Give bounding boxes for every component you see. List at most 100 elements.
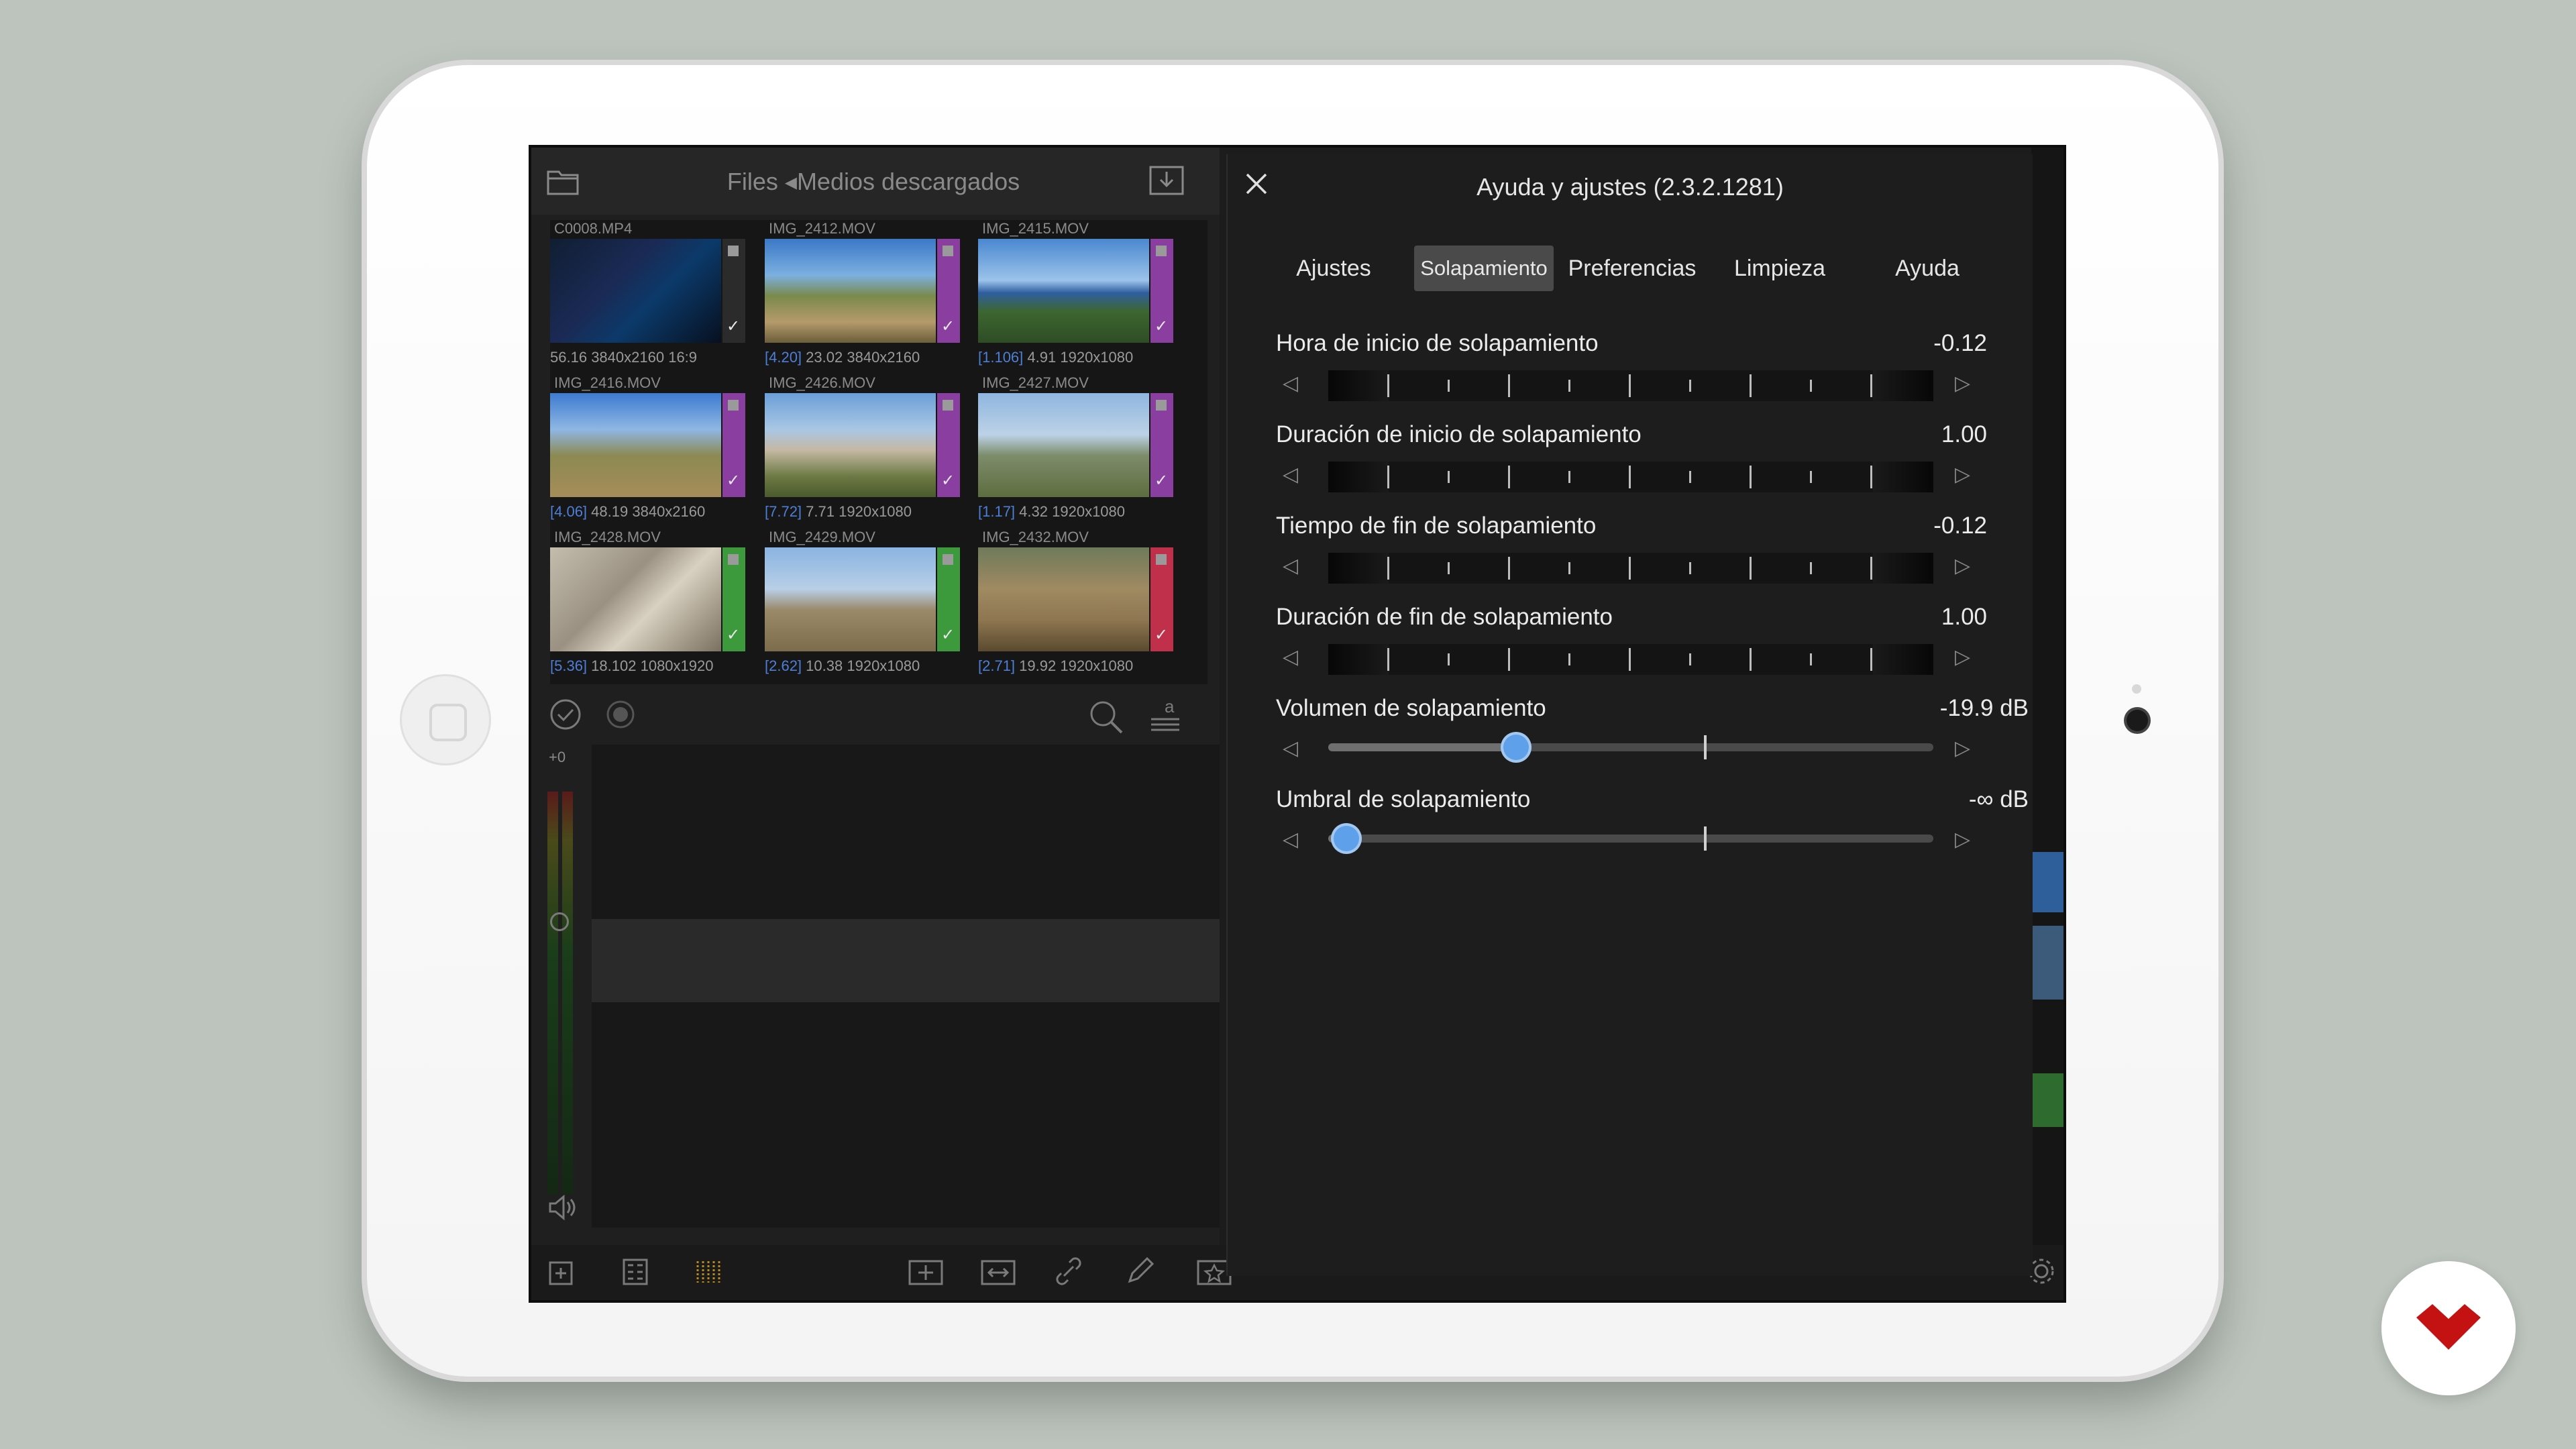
- right-arrow-icon[interactable]: ▷: [1955, 372, 1970, 395]
- clip-thumbnail[interactable]: [550, 393, 721, 497]
- setting-label: Tiempo de fin de solapamiento: [1276, 513, 1597, 539]
- clip-item[interactable]: C0008.MP4 ✓ 56.16 3840x2160 16:9: [550, 220, 751, 374]
- tab-ajustes[interactable]: Ajustes: [1267, 241, 1401, 295]
- clip-name: IMG_2416.MOV: [554, 374, 661, 391]
- clip-color-tag[interactable]: ✓: [722, 239, 745, 343]
- clip-range: [2.62]: [765, 657, 802, 674]
- setting-row: Volumen de solapamiento -19.9 dB ◁ ▷: [1276, 695, 2029, 775]
- clip-color-tag[interactable]: ✓: [1150, 547, 1173, 651]
- left-arrow-icon[interactable]: ◁: [1283, 645, 1298, 669]
- right-arrow-icon[interactable]: ▷: [1955, 554, 1970, 578]
- clip-thumbnail[interactable]: [978, 239, 1149, 343]
- audio-level-label: +0: [549, 749, 566, 765]
- clip-resolution: 1920x1080: [847, 657, 920, 674]
- clip-thumbnail[interactable]: [765, 239, 936, 343]
- setting-value: 1.00: [1941, 604, 1987, 630]
- clip-color-tag[interactable]: ✓: [722, 393, 745, 497]
- split-clip-icon[interactable]: [979, 1254, 1017, 1288]
- left-arrow-icon[interactable]: ◁: [1283, 463, 1298, 486]
- jog-wheel[interactable]: [1328, 553, 1933, 584]
- clip-meta: [1.17] 4.32 1920x1080: [978, 503, 1125, 521]
- search-icon[interactable]: [1088, 699, 1124, 735]
- jog-wheel[interactable]: [1328, 370, 1933, 401]
- front-camera: [2127, 710, 2148, 731]
- files-breadcrumb[interactable]: Files ◂Medios descargados: [665, 168, 1081, 196]
- clip-thumbnail[interactable]: [765, 393, 936, 497]
- clip-tag-box-icon: [728, 400, 739, 411]
- volume-slider[interactable]: [1328, 826, 1933, 851]
- clip-meta: [7.72] 7.71 1920x1080: [765, 503, 912, 521]
- media-browser-header: Files ◂Medios descargados: [531, 148, 1220, 215]
- home-button[interactable]: [400, 674, 491, 765]
- volume-slider[interactable]: [1328, 735, 1933, 760]
- brand-logo-mark: [2416, 1304, 2481, 1350]
- clip-item[interactable]: IMG_2429.MOV ✓ [2.62] 10.38 1920x1080: [765, 529, 966, 683]
- clip-color-tag[interactable]: ✓: [722, 547, 745, 651]
- clip-item[interactable]: IMG_2432.MOV ✓ [2.71] 19.92 1920x1080: [978, 529, 1179, 683]
- audio-bars-icon[interactable]: [692, 1254, 726, 1288]
- clip-item[interactable]: IMG_2416.MOV ✓ [4.06] 48.19 3840x2160: [550, 374, 751, 529]
- clip-resolution: 3840x2160: [591, 349, 665, 366]
- right-arrow-icon[interactable]: ▷: [1955, 645, 1970, 669]
- check-icon[interactable]: [549, 698, 582, 731]
- clip-item[interactable]: IMG_2427.MOV ✓ [1.17] 4.32 1920x1080: [978, 374, 1179, 529]
- tab-solapamiento[interactable]: Solapamiento: [1414, 246, 1554, 291]
- check-icon: ✓: [1155, 626, 1169, 644]
- clip-color-tag[interactable]: ✓: [937, 393, 960, 497]
- clip-thumbnail[interactable]: [550, 547, 721, 651]
- clip-meta: 56.16 3840x2160 16:9: [550, 349, 697, 366]
- tab-limpieza[interactable]: Limpieza: [1709, 241, 1850, 295]
- record-icon[interactable]: [605, 699, 636, 730]
- clip-thumbnail[interactable]: [978, 393, 1149, 497]
- clip-duration: 18.102: [591, 657, 637, 674]
- setting-label: Duración de fin de solapamiento: [1276, 604, 1613, 630]
- folder-icon[interactable]: [546, 166, 580, 196]
- jog-wheel[interactable]: [1328, 644, 1933, 675]
- clip-thumbnail[interactable]: [765, 547, 936, 651]
- right-arrow-icon[interactable]: ▷: [1955, 737, 1970, 760]
- left-arrow-icon[interactable]: ◁: [1283, 828, 1298, 851]
- clip-thumbnail[interactable]: [550, 239, 721, 343]
- jog-wheel[interactable]: [1328, 462, 1933, 492]
- clip-tag-box-icon: [943, 554, 953, 565]
- audio-pan-knob[interactable]: [550, 912, 569, 931]
- left-arrow-icon[interactable]: ◁: [1283, 554, 1298, 578]
- clip-item[interactable]: IMG_2426.MOV ✓ [7.72] 7.71 1920x1080: [765, 374, 966, 529]
- pencil-icon[interactable]: [1123, 1254, 1157, 1288]
- setting-value: -0.12: [1933, 330, 1987, 356]
- download-icon[interactable]: [1148, 165, 1185, 196]
- left-arrow-icon[interactable]: ◁: [1283, 372, 1298, 395]
- clip-color-tag[interactable]: ✓: [1150, 239, 1173, 343]
- audio-meter-right: [562, 792, 573, 1194]
- clip-range: [1.106]: [978, 349, 1024, 366]
- right-arrow-icon[interactable]: ▷: [1955, 463, 1970, 486]
- tab-preferencias[interactable]: Preferencias: [1562, 241, 1703, 295]
- clip-name: IMG_2415.MOV: [982, 220, 1089, 237]
- insert-clip-icon[interactable]: [907, 1254, 945, 1288]
- clip-duration: 4.91: [1027, 349, 1057, 366]
- media-toolbar: a: [531, 691, 1220, 745]
- clip-item[interactable]: IMG_2428.MOV ✓ [5.36] 18.102 1080x1920: [550, 529, 751, 683]
- clip-color-tag[interactable]: ✓: [1150, 393, 1173, 497]
- list-view-icon[interactable]: [619, 1254, 652, 1288]
- check-icon: ✓: [727, 626, 741, 644]
- clip-color-tag[interactable]: ✓: [937, 239, 960, 343]
- slider-thumb[interactable]: [1334, 826, 1360, 851]
- clip-color-tag[interactable]: ✓: [937, 547, 960, 651]
- speaker-icon[interactable]: [547, 1194, 577, 1221]
- timeline-track[interactable]: [592, 919, 1220, 1002]
- clip-tag-box-icon: [943, 400, 953, 411]
- setting-row: Hora de inicio de solapamiento -0.12 ◁ ▷: [1276, 330, 1987, 411]
- clip-item[interactable]: IMG_2412.MOV ✓ [4.20] 23.02 3840x2160: [765, 220, 966, 374]
- slider-thumb[interactable]: [1503, 735, 1529, 760]
- add-track-icon[interactable]: [545, 1254, 578, 1288]
- right-arrow-icon[interactable]: ▷: [1955, 828, 1970, 851]
- link-icon[interactable]: [1052, 1254, 1085, 1288]
- clip-item[interactable]: IMG_2415.MOV ✓ [1.106] 4.91 1920x1080: [978, 220, 1179, 374]
- clip-thumbnail[interactable]: [978, 547, 1149, 651]
- text-size-icon[interactable]: a: [1148, 698, 1182, 734]
- clip-name: IMG_2412.MOV: [769, 220, 875, 237]
- left-arrow-icon[interactable]: ◁: [1283, 737, 1298, 760]
- clip-resolution: 1920x1080: [839, 503, 912, 520]
- tab-ayuda[interactable]: Ayuda: [1857, 241, 1998, 295]
